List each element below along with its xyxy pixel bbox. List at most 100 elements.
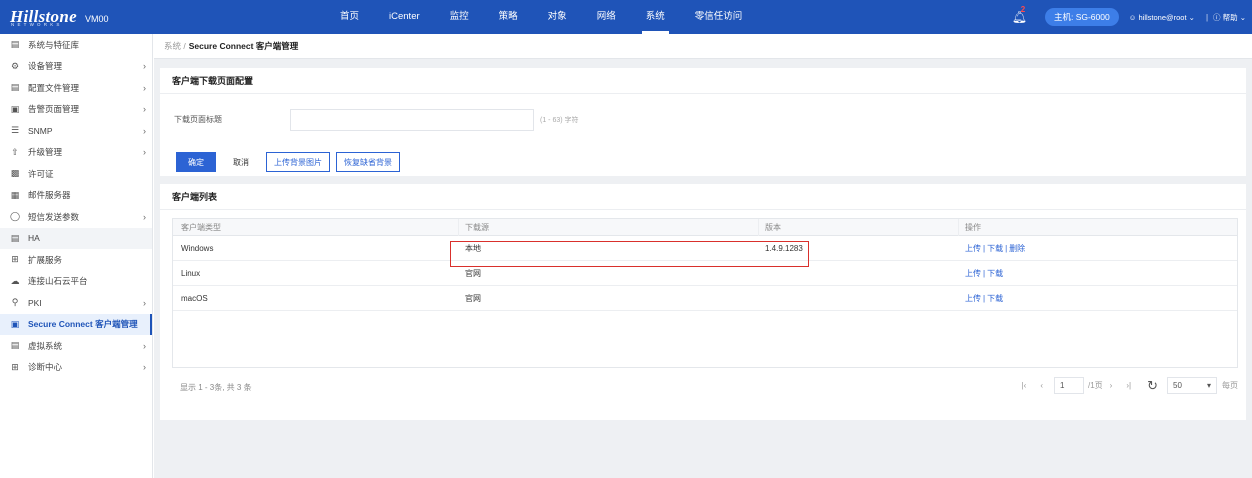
divider: | [983,243,986,253]
diagnosis-icon: ⊞ [11,361,19,372]
table-row: Windows 本地 1.4.9.1283 上传 | 下载 | 删除 [173,236,1237,261]
sidebar-item-label: 告警页面管理 [28,104,80,115]
nav-icenter[interactable]: iCenter [389,0,420,34]
cancel-button[interactable]: 取消 [222,152,260,172]
cell-actions: 上传 | 下载 [959,268,1237,279]
notification-button[interactable]: 🔔︎ 2 [1012,5,1027,24]
last-page-icon[interactable]: ›| [1126,381,1131,390]
device-icon: ⚙ [10,60,20,71]
upload-link[interactable]: 上传 [965,269,981,278]
sidebar-item-label: 连接山石云平台 [28,276,88,287]
sidebar-item-snmp[interactable]: ☰ SNMP › [0,120,152,142]
delete-link[interactable]: 删除 [1009,244,1025,253]
page-number-input[interactable] [1054,377,1084,394]
nav-monitor[interactable]: 监控 [450,0,469,34]
download-title-input[interactable] [290,109,534,131]
sidebar-item-label: 升级管理 [28,147,63,158]
sidebar-item-alarm-page[interactable]: ▣ 告警页面管理 › [0,99,152,121]
sidebar-item-label: 设备管理 [28,61,63,72]
chevron-right-icon: › [143,125,146,136]
notification-badge: 2 [1020,5,1026,14]
virtual-system-icon: ▤ [10,340,20,351]
next-page-icon[interactable]: › [1110,381,1113,390]
upload-background-button[interactable]: 上传背景图片 [266,152,330,172]
chevron-right-icon: › [143,297,146,308]
client-list-panel: 客户端列表 客户端类型 下载源 版本 操作 Windows 本地 1.4.9.1… [160,184,1246,420]
logo-subtext: NETWORKS [11,22,63,27]
download-config-title: 客户端下载页面配置 [160,68,1246,94]
nav-policy[interactable]: 策略 [499,0,518,34]
sidebar-item-virtual-system[interactable]: ▤ 虚拟系统 › [0,335,152,357]
host-badge[interactable]: 主机: SG-6000 [1044,8,1119,26]
sidebar-item-cloud[interactable]: ☁ 连接山石云平台 [0,271,152,293]
key-icon: ⚲ [11,297,19,308]
alarm-page-icon: ▣ [10,103,20,114]
sidebar-item-label: 许可证 [28,168,54,179]
column-header-source: 下载源 [459,218,759,236]
main-nav: 首页 iCenter 监控 策略 对象 网络 系统 零信任访问 [340,0,772,34]
column-header-type: 客户端类型 [173,218,459,236]
sidebar-item-extension[interactable]: ⊞ 扩展服务 [0,249,152,271]
sidebar-item-system-signature[interactable]: ▤ 系统与特征库 [0,34,152,56]
first-page-icon[interactable]: |‹ [1022,381,1027,390]
nav-object[interactable]: 对象 [548,0,567,34]
table-header: 客户端类型 下载源 版本 操作 [173,218,1237,236]
confirm-button[interactable]: 确定 [176,152,216,172]
sidebar-item-device-management[interactable]: ⚙ 设备管理 › [0,56,152,78]
sidebar-item-sms[interactable]: ◯ 短信发送参数 › [0,206,152,228]
page-size-select[interactable]: 50 ▾ [1167,377,1217,394]
cell-source: 官网 [465,268,481,278]
table-empty-area [173,311,1237,367]
restore-background-button[interactable]: 恢复缺省背景 [336,152,400,172]
config-button-row: 确定 取消 上传背景图片 恢复缺省背景 [176,152,406,172]
vm-label: VM00 [84,13,109,24]
sidebar-item-label: 短信发送参数 [28,211,80,222]
nav-home[interactable]: 首页 [340,0,359,34]
download-title-hint: (1 - 63) 字符 [540,117,579,124]
refresh-icon[interactable]: ↻ [1147,378,1158,394]
sidebar-item-label: HA [28,233,40,244]
download-link[interactable]: 下载 [987,269,1003,278]
sidebar-item-upgrade[interactable]: ⇧ 升级管理 › [0,142,152,164]
sidebar-item-diagnosis[interactable]: ⊞ 诊断中心 › [0,357,152,379]
sidebar-item-pki[interactable]: ⚲ PKI › [0,292,152,314]
nav-system[interactable]: 系统 [641,0,669,34]
top-bar: Hillstone NETWORKS VM00 首页 iCenter 监控 策略… [0,0,1252,34]
chevron-right-icon: › [143,340,146,351]
license-icon: ▩ [10,168,20,179]
prev-page-icon[interactable]: ‹ [1040,381,1043,390]
divider: | [1205,12,1209,22]
config-file-icon: ▤ [10,82,20,93]
chevron-down-icon: ⌄ [1239,12,1246,22]
help-menu[interactable]: ⓘ 帮助 ⌄ [1213,12,1246,23]
sidebar-item-license[interactable]: ▩ 许可证 [0,163,152,185]
column-header-version: 版本 [759,218,959,236]
user-menu[interactable]: ☺ hillstone@root ⌄ [1129,13,1195,22]
client-table: 客户端类型 下载源 版本 操作 Windows 本地 1.4.9.1283 上传… [172,218,1238,368]
chevron-down-icon: ⌄ [1188,12,1195,22]
chevron-right-icon: › [143,211,146,222]
chevron-right-icon: › [143,82,146,93]
sidebar-item-label: 配置文件管理 [28,82,80,93]
cell-type: macOS [181,293,208,303]
download-link[interactable]: 下载 [987,244,1003,253]
cell-type: Linux [181,268,201,278]
nav-network[interactable]: 网络 [597,0,616,34]
sidebar-item-mail-server[interactable]: ▦ 邮件服务器 [0,185,152,207]
sidebar-item-ha[interactable]: ▤ HA [0,227,152,249]
page-total: /1页 [1088,381,1103,390]
column-header-actions: 操作 [965,222,981,232]
sidebar-item-label: 诊断中心 [28,362,63,373]
sidebar-item-secure-connect[interactable]: ▣ Secure Connect 客户端管理 [0,313,152,335]
logo[interactable]: Hillstone NETWORKS VM00 [10,3,108,31]
cell-actions: 上传 | 下载 | 删除 [959,243,1237,254]
nav-zero-trust[interactable]: 零信任访问 [695,0,743,34]
breadcrumb-parent[interactable]: 系统 / [164,40,186,52]
upload-link[interactable]: 上传 [965,294,981,303]
snmp-icon: ☰ [10,125,20,136]
help-icon: ⓘ [1213,12,1221,22]
sidebar-item-config-file[interactable]: ▤ 配置文件管理 › [0,77,152,99]
sidebar-item-label: 扩展服务 [28,254,63,265]
download-link[interactable]: 下载 [987,294,1003,303]
upload-link[interactable]: 上传 [965,244,981,253]
